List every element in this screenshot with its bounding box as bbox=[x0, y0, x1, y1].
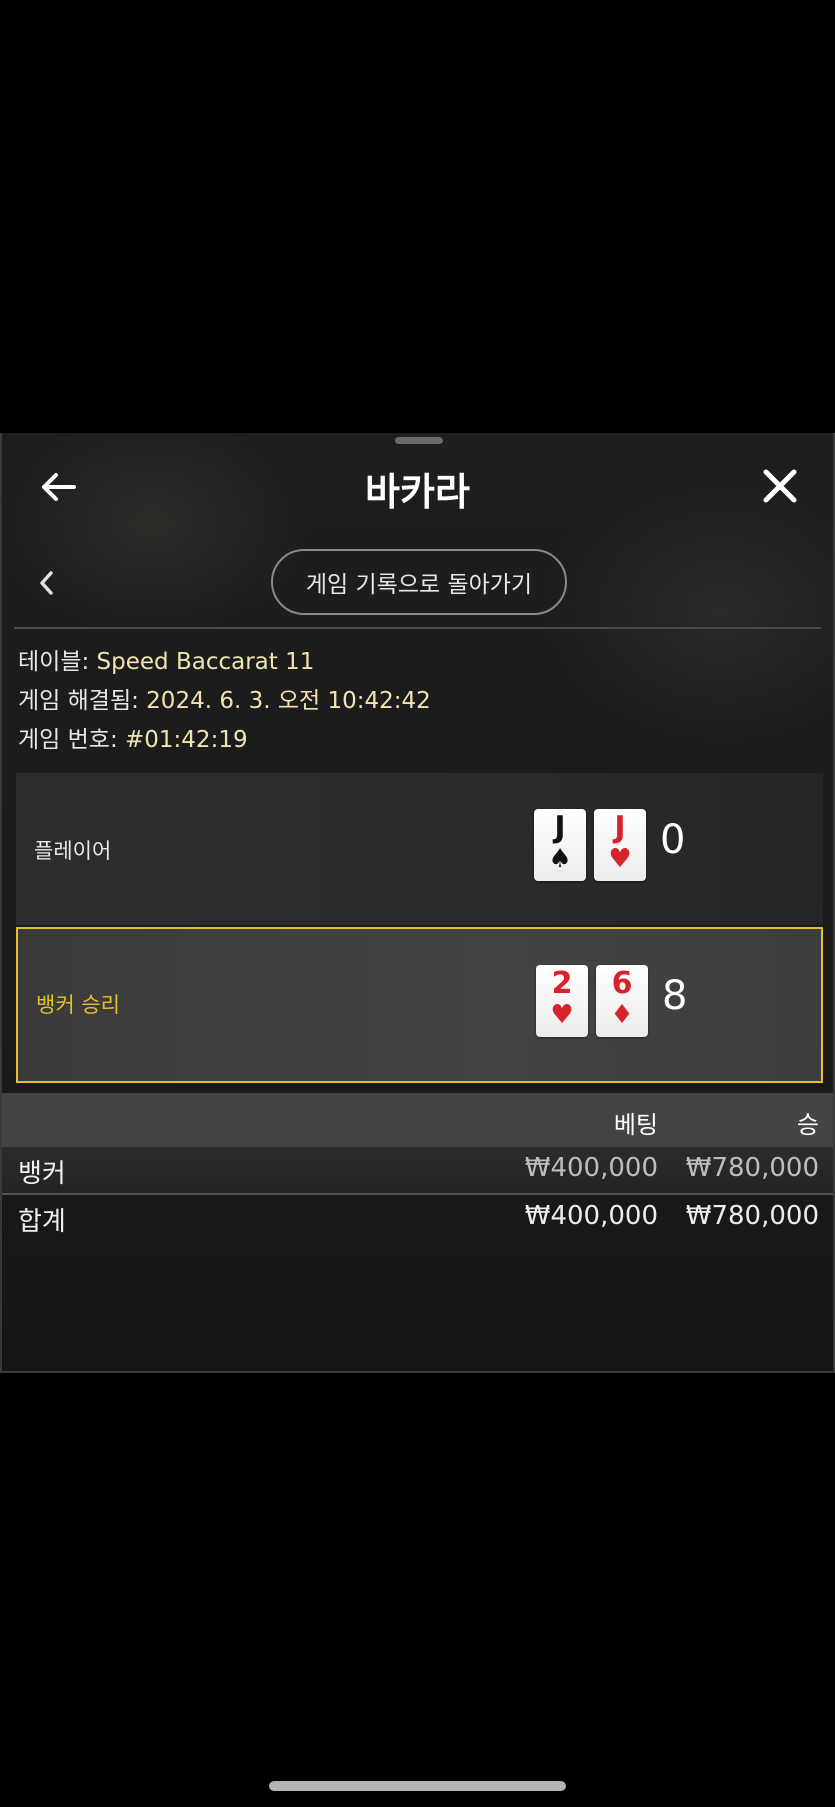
player-score: 0 bbox=[660, 817, 686, 863]
bet-column-header: 베팅 bbox=[613, 1111, 658, 1139]
game-number-label: 게임 번호: bbox=[18, 727, 126, 753]
arrow-left-icon[interactable] bbox=[38, 467, 78, 507]
playing-card: 2 ♥ bbox=[536, 965, 588, 1037]
resolved-label: 게임 해결됨: bbox=[18, 688, 147, 714]
playing-card: J ♥ bbox=[594, 809, 646, 881]
banker-hand: 뱅커 승리 2 ♥ 6 ♦ 8 bbox=[16, 927, 823, 1083]
table-info-line: 테이블: Speed Baccarat 11 bbox=[18, 643, 431, 682]
banker-hand-label: 뱅커 승리 bbox=[36, 993, 120, 1017]
total-win-amount: ₩780,000 bbox=[685, 1201, 819, 1231]
player-hand-label: 플레이어 bbox=[34, 839, 112, 863]
win-amount: ₩780,000 bbox=[685, 1153, 819, 1183]
game-number-line: 게임 번호: #01:42:19 bbox=[18, 721, 431, 760]
table-label: 테이블: bbox=[18, 649, 97, 675]
home-indicator[interactable] bbox=[269, 1781, 566, 1791]
page-title: 바카라 bbox=[365, 470, 470, 514]
sheet-grabber[interactable] bbox=[395, 437, 443, 444]
player-cards: J ♠ J ♥ bbox=[534, 809, 646, 881]
card-rank: 2 bbox=[551, 966, 573, 1001]
sheet-header: 바카라 bbox=[2, 453, 833, 523]
bet-amount: ₩400,000 bbox=[524, 1153, 658, 1183]
banker-score: 8 bbox=[662, 973, 688, 1019]
playing-card: 6 ♦ bbox=[596, 965, 648, 1037]
game-detail-sheet: 바카라 게임 기록으로 돌아가기 테이블: Speed Baccarat 11 … bbox=[0, 433, 835, 1373]
game-number-value: #01:42:19 bbox=[125, 727, 248, 753]
card-rank: 6 bbox=[611, 966, 633, 1001]
total-row: 합계 ₩400,000 ₩780,000 bbox=[2, 1195, 833, 1241]
resolved-info-line: 게임 해결됨: 2024. 6. 3. 오전 10:42:42 bbox=[18, 682, 431, 721]
bets-table: 베팅 승 뱅커 ₩400,000 ₩780,000 합계 ₩400,000 ₩7… bbox=[2, 1093, 833, 1241]
game-info: 테이블: Speed Baccarat 11 게임 해결됨: 2024. 6. … bbox=[18, 643, 431, 760]
card-rank: J bbox=[614, 810, 626, 845]
total-bet-amount: ₩400,000 bbox=[524, 1201, 658, 1231]
win-column-header: 승 bbox=[796, 1111, 819, 1139]
card-rank: J bbox=[554, 810, 566, 845]
bets-table-header: 베팅 승 bbox=[2, 1093, 833, 1147]
chevron-left-icon[interactable] bbox=[32, 565, 62, 601]
history-nav-row: 게임 기록으로 돌아가기 bbox=[2, 548, 833, 618]
close-icon[interactable] bbox=[757, 463, 803, 509]
table-row: 뱅커 ₩400,000 ₩780,000 bbox=[2, 1147, 833, 1195]
diamond-icon: ♦ bbox=[610, 1000, 634, 1030]
table-value: Speed Baccarat 11 bbox=[96, 649, 315, 675]
divider bbox=[14, 627, 821, 629]
spade-icon: ♠ bbox=[548, 844, 572, 874]
playing-card: J ♠ bbox=[534, 809, 586, 881]
screen: 바카라 게임 기록으로 돌아가기 테이블: Speed Baccarat 11 … bbox=[0, 0, 835, 1807]
player-hand: 플레이어 J ♠ J ♥ 0 bbox=[16, 773, 823, 925]
heart-icon: ♥ bbox=[608, 844, 632, 874]
bet-name: 뱅커 bbox=[18, 1159, 66, 1189]
heart-icon: ♥ bbox=[550, 1000, 574, 1030]
resolved-value: 2024. 6. 3. 오전 10:42:42 bbox=[146, 688, 431, 714]
banker-cards: 2 ♥ 6 ♦ bbox=[536, 965, 648, 1037]
total-label: 합계 bbox=[18, 1207, 66, 1237]
back-to-history-button[interactable]: 게임 기록으로 돌아가기 bbox=[271, 549, 567, 615]
